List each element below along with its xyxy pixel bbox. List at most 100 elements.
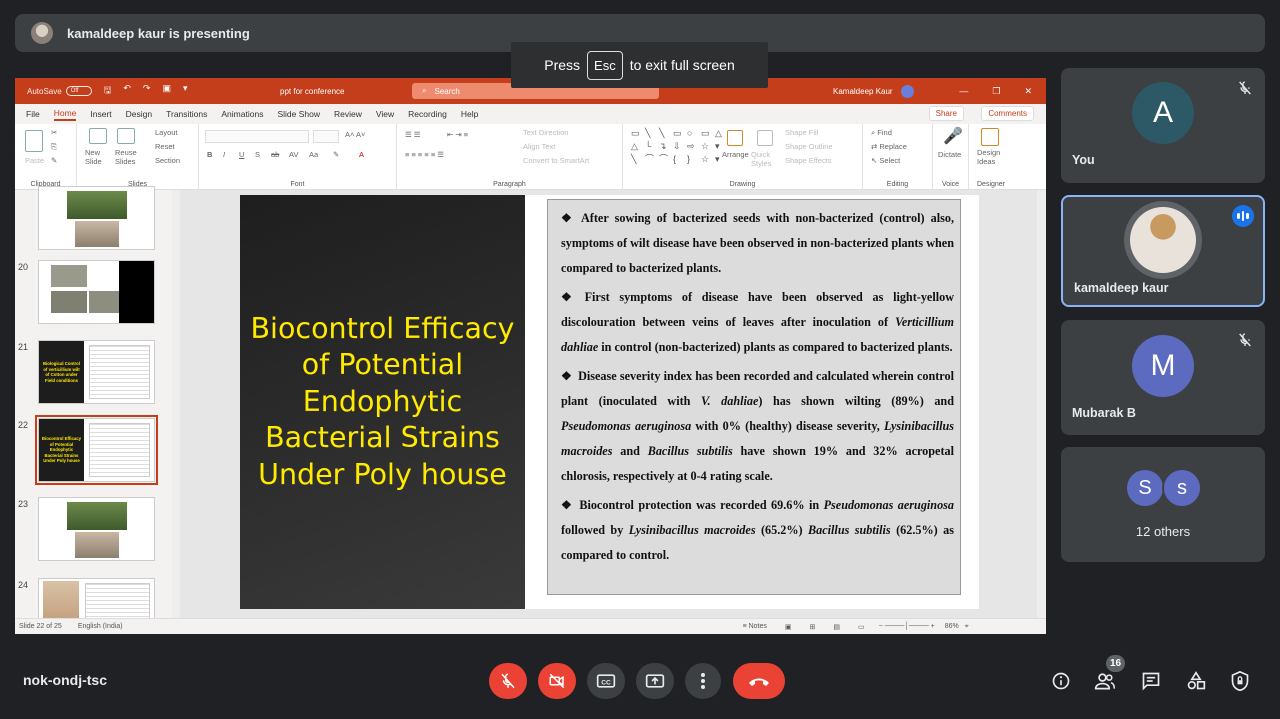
tab-home[interactable]: Home	[53, 108, 77, 121]
dictate-button[interactable]: Dictate	[938, 150, 961, 159]
text-direction-button[interactable]: Text Direction	[523, 128, 568, 137]
participant-tile-mubarak[interactable]: M Mubarak B	[1061, 320, 1265, 435]
slide-thumbnail[interactable]: Biological Control of verticillium wilt …	[38, 340, 155, 404]
autosave-toggle[interactable]: Off	[65, 86, 92, 96]
design-ideas-icon[interactable]	[981, 128, 999, 146]
activities-button[interactable]	[1185, 670, 1207, 692]
underline-icon[interactable]: U	[239, 150, 244, 159]
tab-help[interactable]: Help	[461, 109, 478, 119]
participant-tile-you[interactable]: A You	[1061, 68, 1265, 183]
italic-icon[interactable]: I	[223, 150, 225, 159]
restore-icon[interactable]: ❐	[992, 86, 1000, 97]
grow-font-icon[interactable]: A˄ A˅	[345, 130, 365, 139]
comments-button[interactable]: Comments	[981, 106, 1034, 121]
redo-icon[interactable]: ↷	[143, 83, 151, 99]
more-options-button[interactable]	[685, 663, 721, 699]
slide-thumbnail[interactable]	[38, 497, 155, 561]
select-button[interactable]: ↖ Select	[871, 156, 900, 165]
tab-slide-show[interactable]: Slide Show	[277, 109, 320, 119]
shape-effects-button[interactable]: Shape Effects	[785, 156, 832, 165]
autosave-control[interactable]: AutoSave Off	[27, 86, 92, 96]
save-icon[interactable]: 🖫	[104, 83, 112, 99]
tab-review[interactable]: Review	[334, 109, 362, 119]
design-ideas-button[interactable]: Design Ideas	[977, 148, 1007, 166]
slide-scrollbar[interactable]	[1037, 190, 1046, 618]
shapes-gallery[interactable]: ▭ ╲ ╲ ▭ ○ ▭ △ △ └ ↴ ⇩ ⇨ ☆ ▾ ╲ ⌒ ⌒{} ☆ ▾	[631, 128, 725, 164]
align-text-button[interactable]: Align Text	[523, 142, 555, 151]
tab-transitions[interactable]: Transitions	[166, 109, 207, 119]
mic-toggle-button[interactable]	[489, 663, 527, 699]
char-spacing-icon[interactable]: AV	[289, 150, 298, 159]
reset-button[interactable]: Reset	[155, 142, 175, 151]
dictate-icon[interactable]: 🎤	[943, 126, 963, 146]
new-slide-button[interactable]: New Slide	[85, 148, 117, 166]
section-button[interactable]: Section	[155, 156, 180, 165]
indent-icon[interactable]: ⇤ ⇥ ≡	[447, 130, 468, 139]
font-family-select[interactable]	[205, 130, 309, 143]
close-icon[interactable]: ✕	[1024, 86, 1032, 97]
notes-button[interactable]: ≡ Notes	[743, 623, 767, 630]
reuse-slides-icon[interactable]	[117, 128, 135, 144]
slide-sorter-icon[interactable]: ⊞	[810, 623, 816, 631]
user-avatar[interactable]	[901, 85, 914, 98]
tab-insert[interactable]: Insert	[90, 109, 111, 119]
leave-call-button[interactable]	[733, 663, 785, 699]
minimize-icon[interactable]: —	[959, 86, 968, 97]
zoom-slider[interactable]: − ────│──── +	[879, 623, 935, 630]
normal-view-icon[interactable]: ▣	[785, 623, 792, 631]
fit-slide-icon[interactable]: ⌖	[965, 623, 969, 631]
font-size-select[interactable]	[313, 130, 339, 143]
new-slide-icon[interactable]	[89, 128, 107, 144]
captions-button[interactable]: CC	[587, 663, 625, 699]
share-button[interactable]: Share	[928, 106, 964, 121]
reading-view-icon[interactable]: ▤	[833, 623, 840, 631]
copy-icon[interactable]: ⎘	[51, 142, 57, 152]
chat-button[interactable]	[1140, 670, 1162, 692]
quick-styles-icon[interactable]	[757, 130, 773, 146]
tab-recording[interactable]: Recording	[408, 109, 447, 119]
slide-thumbnails-pane: 20 21 Biological Control of verticillium w…	[15, 186, 173, 634]
undo-icon[interactable]: ↶	[123, 83, 131, 99]
thumbnails-scrollbar[interactable]	[172, 190, 180, 618]
strikethrough-icon[interactable]: ab	[271, 150, 279, 159]
shape-fill-button[interactable]: Shape Fill	[785, 128, 818, 137]
change-case-icon[interactable]: Aa	[309, 150, 318, 159]
shadow-icon[interactable]: S	[255, 150, 260, 159]
highlight-icon[interactable]: ✎	[333, 150, 339, 159]
mic-off-icon	[1239, 333, 1251, 347]
camera-toggle-button[interactable]	[538, 663, 576, 699]
find-button[interactable]: ⌕ Find	[871, 128, 892, 138]
people-button[interactable]	[1094, 670, 1116, 692]
meeting-details-button[interactable]	[1050, 670, 1072, 692]
present-now-button[interactable]	[636, 663, 674, 699]
arrange-button[interactable]: Arrange	[722, 150, 749, 159]
arrange-icon[interactable]	[727, 130, 743, 146]
smartart-button[interactable]: Convert to SmartArt	[523, 156, 589, 165]
reuse-slides-button[interactable]: Reuse Slides	[115, 148, 143, 166]
format-painter-icon[interactable]: ✎	[51, 156, 57, 165]
paste-icon[interactable]	[25, 130, 43, 152]
tab-file[interactable]: File	[26, 109, 40, 119]
bold-icon[interactable]: B	[207, 150, 212, 159]
tab-design[interactable]: Design	[126, 109, 152, 119]
layout-button[interactable]: Layout	[155, 128, 178, 137]
bullets-icon[interactable]: ☰ ☰	[405, 130, 421, 139]
slide-thumbnail[interactable]	[38, 186, 155, 250]
cut-icon[interactable]: ✂	[51, 128, 57, 137]
customize-icon[interactable]: ▾	[183, 83, 188, 99]
replace-button[interactable]: ⇄ Replace	[871, 142, 907, 151]
shape-outline-button[interactable]: Shape Outline	[785, 142, 833, 151]
participant-tile-others[interactable]: S s 12 others	[1061, 447, 1265, 562]
slide-thumbnail[interactable]	[38, 260, 155, 324]
slide-thumbnail[interactable]: Biocontrol Efficacy of Potential Endophy…	[35, 415, 158, 485]
tab-view[interactable]: View	[376, 109, 394, 119]
participant-tile-presenter[interactable]: kamaldeep kaur	[1061, 195, 1265, 307]
bullet-text-box[interactable]: ❖ After sowing of bacterized seeds with n…	[547, 199, 961, 595]
host-controls-button[interactable]	[1229, 670, 1251, 692]
font-color-icon[interactable]: A	[359, 150, 364, 159]
tab-animations[interactable]: Animations	[221, 109, 263, 119]
quick-styles-button[interactable]: Quick Styles	[751, 150, 781, 168]
align-icons[interactable]: ≡ ≡ ≡ ≡ ≡ ☰	[405, 150, 444, 159]
slideshow-icon[interactable]: ▭	[858, 623, 865, 631]
present-icon[interactable]: ▣	[162, 83, 171, 99]
